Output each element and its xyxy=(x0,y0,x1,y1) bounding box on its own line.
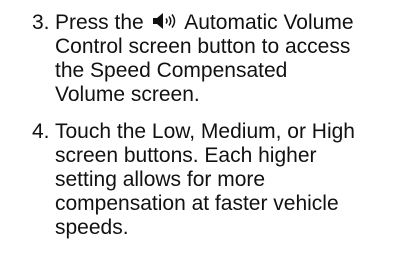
step-text: Touch the Low, Medium, or High screen bu… xyxy=(55,120,405,240)
step-text-after-icon: Automatic Volume xyxy=(184,11,354,34)
step-line: the Speed Compensated xyxy=(55,59,288,82)
step-line: screen buttons. Each higher xyxy=(55,144,317,167)
step-line: setting allows for more xyxy=(55,168,266,191)
step-number: 4. xyxy=(32,120,50,143)
step-number: 3. xyxy=(32,11,50,34)
instruction-steps: 3. Press the Automatic Volume Control sc… xyxy=(0,0,408,255)
step-line: Touch the Low, Medium, or High xyxy=(55,120,355,143)
step-text: Press the Automatic Volume Control scree… xyxy=(55,11,405,107)
speaker-volume-icon xyxy=(152,12,178,30)
step-line: Control screen button to access xyxy=(55,35,351,58)
step-line: Press the Automatic Volume xyxy=(55,11,405,35)
step-text-before-icon: Press the xyxy=(55,11,144,34)
step-line: compensation at faster vehicle xyxy=(55,192,339,215)
step-line: speeds. xyxy=(55,216,129,239)
step-line: Volume screen. xyxy=(55,83,200,106)
